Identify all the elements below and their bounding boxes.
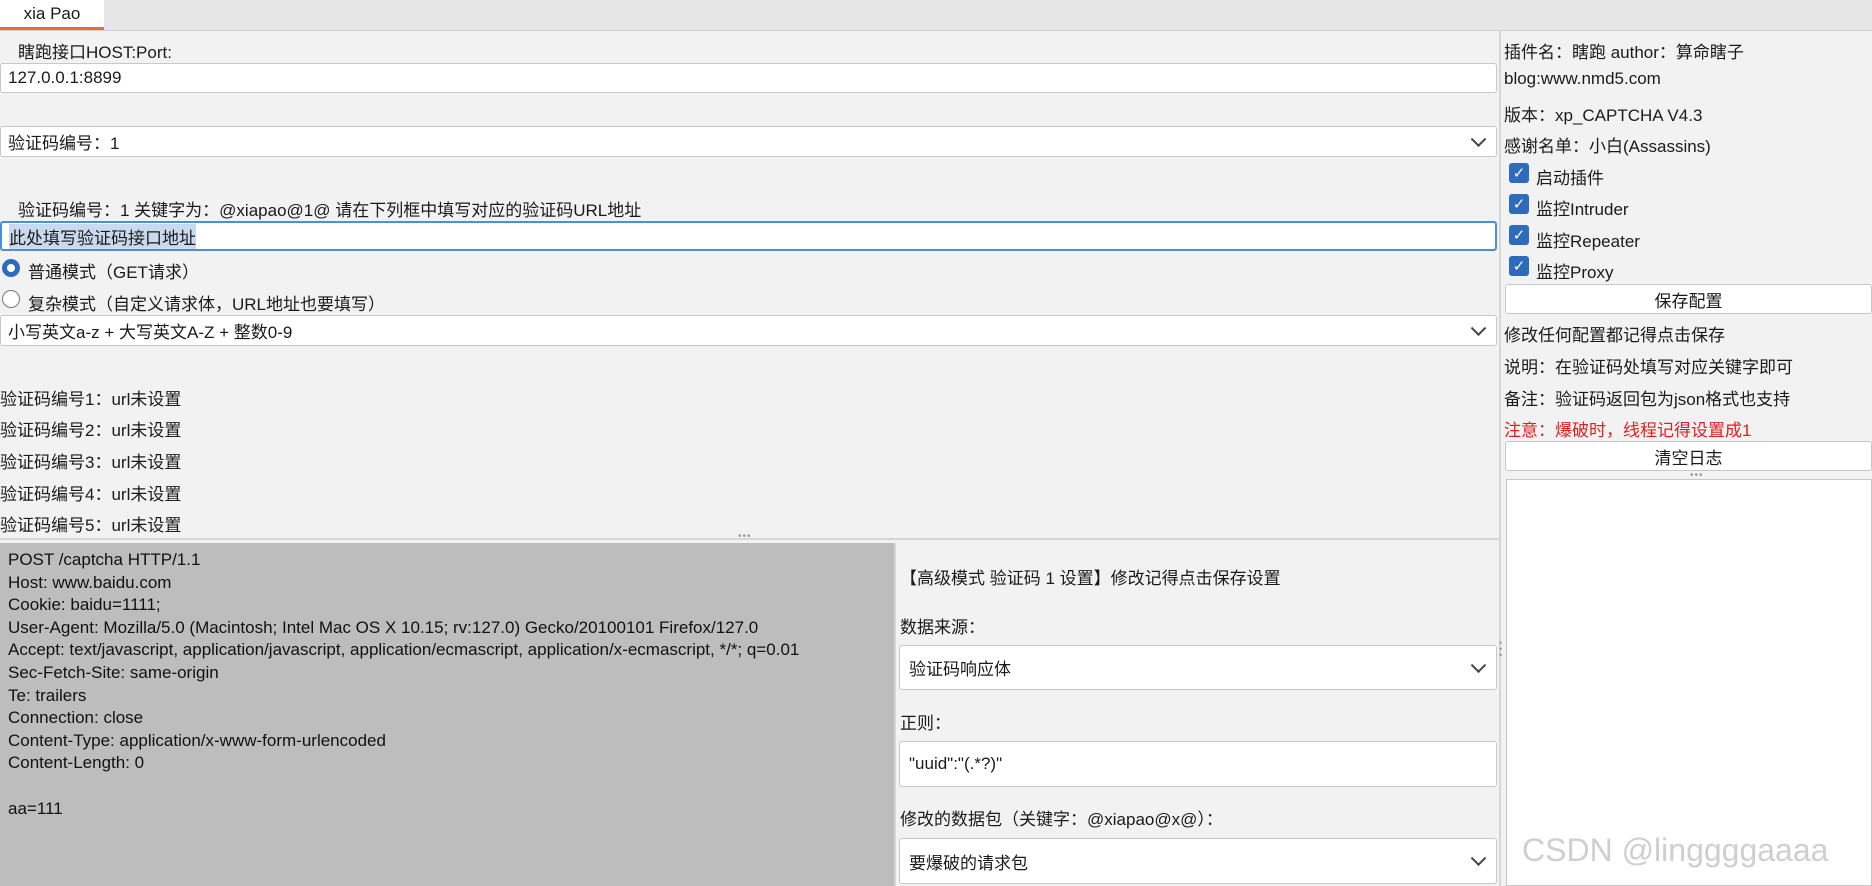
packet-value: 要爆破的请求包 [909,853,1028,873]
checkbox-monitor-repeater-label: 监控Repeater [1536,232,1640,251]
host-input[interactable]: 127.0.0.1:8899 [0,63,1497,93]
checkbox-monitor-intruder[interactable]: ✓ [1509,194,1529,214]
note-json-support: 备注：验证码返回包为json格式也支持 [1504,390,1791,409]
chevron-down-icon [1470,656,1487,673]
data-source-select[interactable]: 验证码响应体 [899,645,1497,690]
checkbox-enable-plugin-label: 启动插件 [1536,169,1604,188]
log-area[interactable] [1506,479,1872,886]
checkbox-monitor-proxy[interactable]: ✓ [1509,256,1529,276]
charset-value: 小写英文a-z + 大写英文A-Z + 整数0-9 [8,323,293,342]
regex-label: 正则： [900,714,951,733]
checkbox-monitor-repeater[interactable]: ✓ [1509,225,1529,245]
vertical-divider[interactable] [1499,30,1501,886]
vertical-grip-icon[interactable]: • • • [1499,639,1505,660]
status-item-3: 验证码编号3：url未设置 [0,453,182,472]
keyword-hint: 验证码编号：1 关键字为：@xiapao@1@ 请在下列框中填写对应的验证码UR… [18,201,642,220]
captcha-url-value: 此处填写验证码接口地址 [9,223,196,249]
status-item-4: 验证码编号4：url未设置 [0,485,182,504]
packet-label: 修改的数据包（关键字：@xiapao@x@）： [900,810,1223,829]
data-source-value: 验证码响应体 [909,660,1011,679]
status-item-5: 验证码编号5：url未设置 [0,516,182,535]
checkbox-monitor-proxy-label: 监控Proxy [1536,263,1614,282]
data-source-label: 数据来源： [900,618,985,637]
split-grip-icon[interactable]: ••• [738,532,752,542]
save-hint: 修改任何配置都记得点击保存 [1504,326,1725,345]
note-instructions: 说明：在验证码处填写对应关键字即可 [1504,358,1793,377]
clear-log-button[interactable]: 清空日志 [1505,441,1872,471]
radio-complex-mode[interactable] [2,290,20,308]
thanks-text: 感谢名单：小白(Assassins) [1504,137,1711,156]
request-editor[interactable]: POST /captcha HTTP/1.1 Host: www.baidu.c… [0,543,894,886]
editor-divider[interactable] [894,543,896,886]
request-editor-content[interactable]: POST /captcha HTTP/1.1 Host: www.baidu.c… [0,543,894,820]
chevron-down-icon [1470,319,1487,336]
chevron-down-icon [1470,130,1487,147]
warning-threads: 注意：爆破时，线程记得设置成1 [1504,421,1752,440]
charset-select[interactable]: 小写英文a-z + 大写英文A-Z + 整数0-9 [0,315,1497,346]
radio-complex-label: 复杂模式（自定义请求体，URL地址也要填写） [28,295,386,314]
tab-xia-pao[interactable]: xia Pao [0,0,104,30]
radio-normal-mode[interactable] [2,259,20,277]
plugin-info: 插件名：瞎跑 author：算命瞎子 [1504,43,1744,62]
captcha-url-input[interactable]: 此处填写验证码接口地址 [0,221,1497,251]
chevron-down-icon [1470,850,1487,867]
checkbox-monitor-intruder-label: 监控Intruder [1536,200,1629,219]
packet-select[interactable]: 要爆破的请求包 [899,838,1497,884]
tab-label: xia Pao [23,3,81,23]
advanced-title: 【高级模式 验证码 1 设置】修改记得点击保存设置 [900,569,1281,588]
status-item-2: 验证码编号2：url未设置 [0,421,182,440]
status-item-1: 验证码编号1：url未设置 [0,390,182,409]
host-label: 瞎跑接口HOST:Port: [18,43,172,62]
regex-input[interactable]: "uuid":"(.*?)" [899,741,1497,787]
captcha-number-value: 验证码编号：1 [8,134,120,153]
version-text: 版本：xp_CAPTCHA V4.3 [1504,106,1703,125]
watermark: CSDN @linggggaaaa [1522,832,1829,868]
radio-normal-label: 普通模式（GET请求） [28,263,199,282]
blog-text: blog:www.nmd5.com [1504,69,1661,88]
tab-bar [0,0,1872,31]
save-config-button[interactable]: 保存配置 [1505,284,1872,314]
captcha-number-select[interactable]: 验证码编号：1 [0,126,1497,157]
checkbox-enable-plugin[interactable]: ✓ [1509,163,1529,183]
